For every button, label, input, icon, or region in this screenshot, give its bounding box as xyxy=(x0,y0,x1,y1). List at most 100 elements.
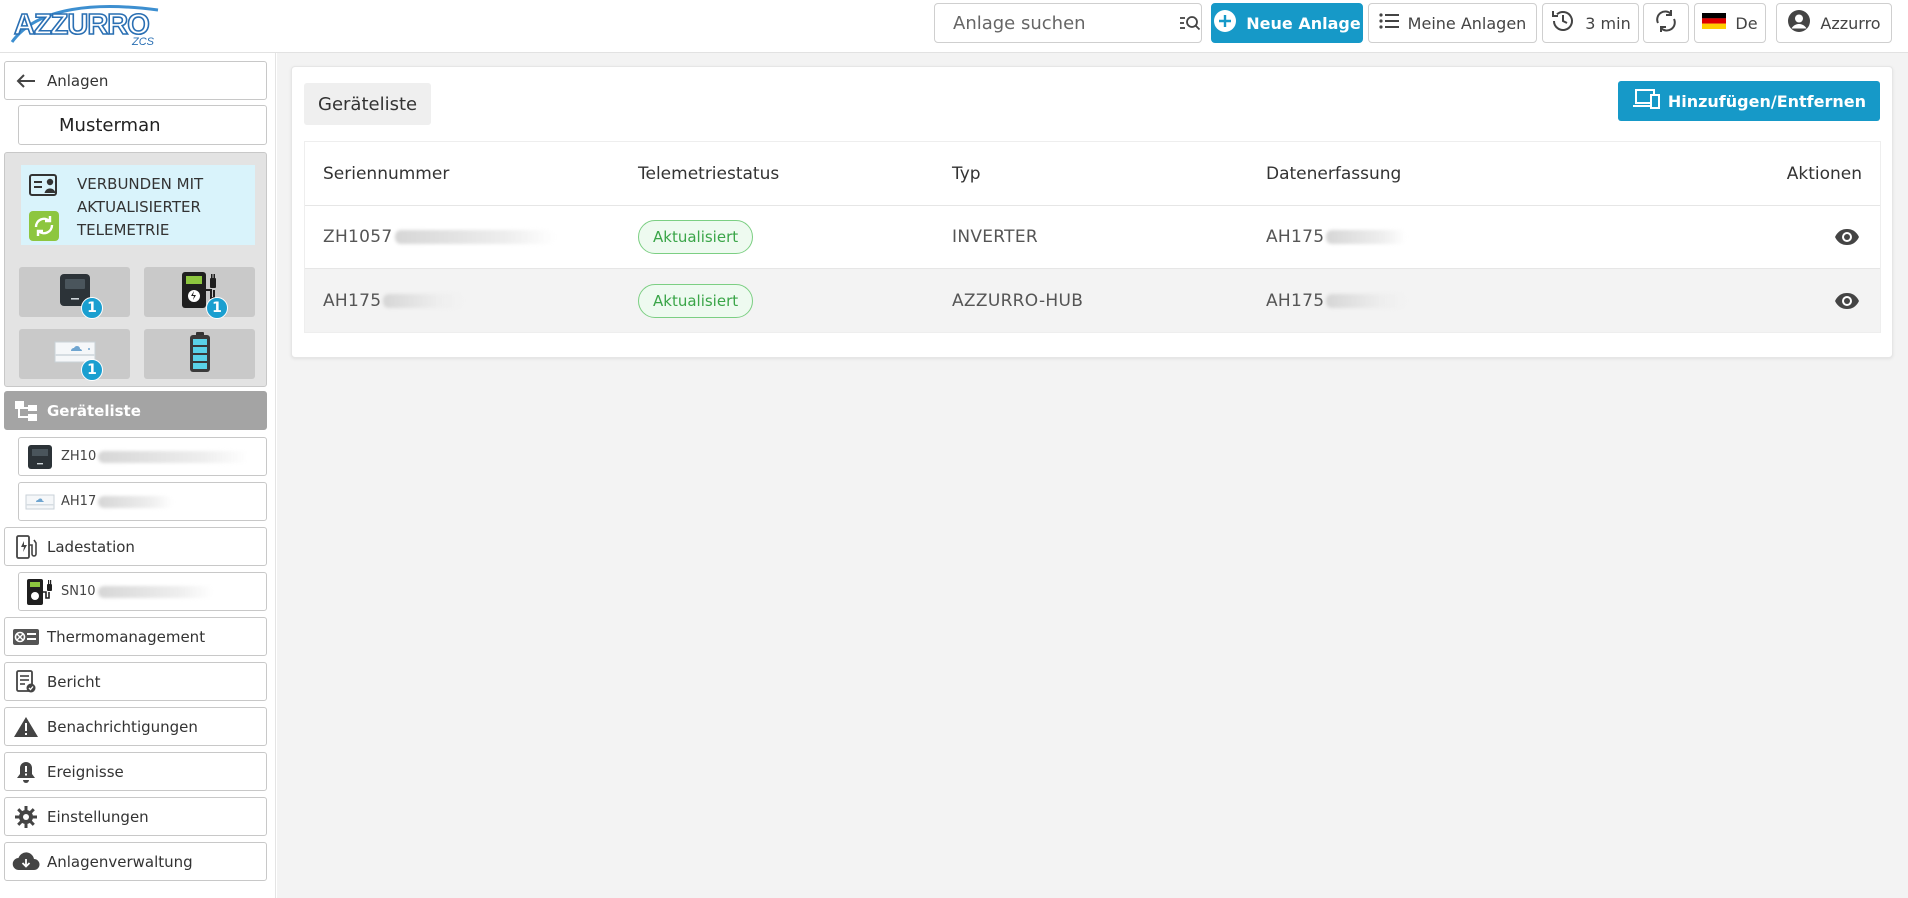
col-logger-header: Datenerfassung xyxy=(1266,163,1402,184)
device-table: Seriennummer Telemetriestatus Typ Datene… xyxy=(304,141,1881,333)
search-icon[interactable] xyxy=(1178,14,1201,32)
serial-redacted xyxy=(1326,293,1407,308)
serial-value: AH175 xyxy=(323,290,382,311)
device-tree-icon xyxy=(5,392,47,429)
status-badge: Aktualisiert xyxy=(638,283,754,318)
type-cell: INVERTER xyxy=(952,206,1038,268)
german-flag-icon xyxy=(1702,13,1727,33)
device-serial: ZH10 xyxy=(61,449,97,464)
azzurro-logo[interactable]: AZZURRO ZCS xyxy=(8,2,163,48)
sync-green-icon xyxy=(29,211,59,245)
user-label: Azzurro xyxy=(1820,13,1881,33)
sidebar-item-label: Bericht xyxy=(47,672,101,691)
plant-name: Musterman xyxy=(18,105,267,145)
sidebar-item-events[interactable]: Ereignisse xyxy=(4,752,267,791)
new-plant-button[interactable]: Neue Anlage xyxy=(1211,3,1363,43)
serial-redacted xyxy=(98,450,249,463)
bell-icon xyxy=(5,753,47,790)
sidebar-item-plant-management[interactable]: Anlagenverwaltung xyxy=(4,842,267,881)
cloud-download-icon xyxy=(5,843,47,880)
type-cell: AZZURRO-HUB xyxy=(952,269,1083,332)
logger-cell: AH175 xyxy=(1266,206,1407,268)
main-content: Geräteliste Hinzufügen/Entfernen Serienn… xyxy=(277,53,1908,898)
search-input[interactable] xyxy=(935,4,1178,42)
serial-cell: AH175 xyxy=(323,269,464,332)
device-item-charging-station[interactable]: SN10 xyxy=(18,572,267,611)
id-card-icon xyxy=(29,173,59,203)
page-title: Geräteliste xyxy=(304,83,432,125)
col-telemetry-header: Telemetriestatus xyxy=(638,163,780,184)
thermo-icon xyxy=(5,618,47,655)
inverter-count-badge: 1 xyxy=(81,297,103,319)
devices-icon xyxy=(1632,88,1660,114)
charging-count-badge: 1 xyxy=(206,297,228,319)
charging-station-icon xyxy=(19,573,61,610)
status-label: VERBUNDEN MIT AKTUALISIERTER TELEMETRIE xyxy=(77,175,204,239)
logger-cell: AH175 xyxy=(1266,269,1407,332)
tile-hub[interactable]: 1 xyxy=(19,329,130,381)
hub-count-badge: 1 xyxy=(81,359,103,381)
actions-cell xyxy=(1832,206,1862,268)
view-eye-icon[interactable] xyxy=(1832,222,1862,252)
tile-inverter[interactable]: 1 xyxy=(19,267,130,319)
col-actions-header: Aktionen xyxy=(1786,163,1862,184)
sidebar-item-label: Einstellungen xyxy=(47,807,149,826)
charging-label: Ladestation xyxy=(47,537,135,556)
device-serial: AH17 xyxy=(61,494,97,509)
table-header: Seriennummer Telemetriestatus Typ Datene… xyxy=(305,142,1880,206)
report-icon xyxy=(5,663,47,700)
plant-status-panel: VERBUNDEN MIT AKTUALISIERTER TELEMETRIE … xyxy=(4,152,267,387)
sidebar-item-report[interactable]: Bericht xyxy=(4,662,267,701)
my-plants-button[interactable]: Meine Anlagen xyxy=(1368,3,1537,43)
sidebar: Anlagen Musterman VERBUNDEN MIT AKTUALIS… xyxy=(0,53,276,898)
logo-wordmark: AZZURRO xyxy=(14,9,149,41)
sidebar-item-label: Ereignisse xyxy=(47,762,124,781)
refresh-interval-label: 3 min xyxy=(1585,13,1631,33)
telemetry-cell: Aktualisiert xyxy=(638,269,754,332)
back-to-plants-button[interactable]: Anlagen xyxy=(4,61,267,100)
sidebar-item-label: Thermomanagement xyxy=(47,627,206,646)
sidebar-item-charging-station[interactable]: Ladestation xyxy=(4,527,267,566)
logo-sub: ZCS xyxy=(131,36,155,48)
add-remove-label: Hinzufügen/Entfernen xyxy=(1667,91,1866,111)
sync-icon xyxy=(1653,8,1679,38)
tile-battery[interactable] xyxy=(144,329,255,379)
gear-icon xyxy=(5,798,47,835)
device-list-label: Geräteliste xyxy=(47,401,141,420)
serial-redacted xyxy=(97,585,213,598)
user-menu-button[interactable]: Azzurro xyxy=(1776,3,1892,43)
type-value: INVERTER xyxy=(952,227,1039,247)
tile-charging-station[interactable]: 1 xyxy=(144,267,255,319)
view-eye-icon[interactable] xyxy=(1832,286,1862,316)
add-remove-button[interactable]: Hinzufügen/Entfernen xyxy=(1617,81,1880,121)
serial-cell: ZH1057 xyxy=(323,206,555,268)
sidebar-item-device-list[interactable]: Geräteliste xyxy=(4,391,267,430)
user-avatar-icon xyxy=(1787,9,1811,37)
sidebar-item-thermo-management[interactable]: Thermomanagement xyxy=(4,617,267,656)
language-button[interactable]: De xyxy=(1694,3,1766,43)
device-item-hub[interactable]: AH17 xyxy=(18,482,267,521)
serial-redacted xyxy=(98,495,174,508)
status-badge: Aktualisiert xyxy=(638,220,754,254)
hub-icon xyxy=(19,483,61,520)
table-row: AH175 Aktualisiert AZZURRO-HUB AH175 xyxy=(305,269,1880,332)
inverter-icon xyxy=(19,438,61,475)
clock-history-icon xyxy=(1550,8,1576,38)
device-item-inverter[interactable]: ZH10 xyxy=(18,437,267,476)
plant-search xyxy=(934,3,1202,43)
warning-icon xyxy=(5,708,47,745)
reload-button[interactable] xyxy=(1643,3,1689,43)
sidebar-item-label: Anlagenverwaltung xyxy=(47,852,193,871)
table-row: ZH1057 Aktualisiert INVERTER AH175 xyxy=(305,206,1880,269)
sidebar-item-settings[interactable]: Einstellungen xyxy=(4,797,267,836)
arrow-left-icon xyxy=(5,62,47,99)
serial-value: ZH1057 xyxy=(323,227,393,247)
refresh-interval-button[interactable]: 3 min xyxy=(1542,3,1639,43)
actions-cell xyxy=(1832,269,1862,332)
ev-charger-icon xyxy=(5,528,47,565)
serial-redacted xyxy=(1326,230,1407,244)
list-icon xyxy=(1379,13,1399,33)
connection-status: VERBUNDEN MIT AKTUALISIERTER TELEMETRIE xyxy=(21,165,255,245)
sidebar-item-notifications[interactable]: Benachrichtigungen xyxy=(4,707,267,746)
device-serial: SN10 xyxy=(61,584,96,599)
